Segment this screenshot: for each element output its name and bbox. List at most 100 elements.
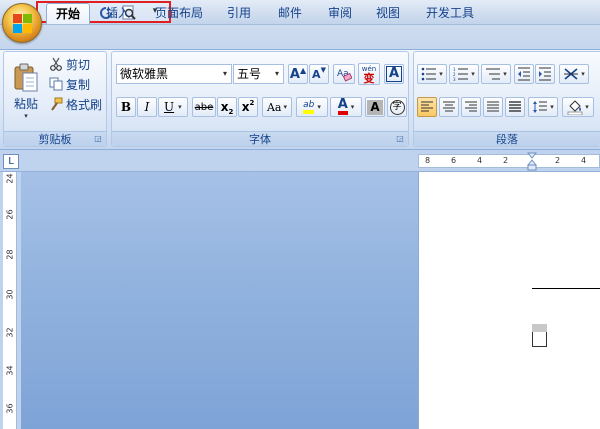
justify-icon xyxy=(487,101,499,112)
page-horizontal-line xyxy=(532,288,600,289)
character-border-label: A xyxy=(385,66,403,82)
clipboard-dialog-launcher-icon[interactable]: ◲ xyxy=(93,134,103,144)
superscript-button[interactable]: x2 xyxy=(238,97,258,117)
enclose-characters-button[interactable]: 字 xyxy=(387,97,407,117)
font-size-dropdown-icon[interactable]: ▾ xyxy=(271,65,283,83)
character-border-button[interactable]: A xyxy=(384,64,404,84)
align-right-button[interactable] xyxy=(461,97,481,117)
numbering-button[interactable]: 1 2 3 ▾ xyxy=(449,64,479,84)
chinese-layout-button[interactable]: ▾ xyxy=(559,64,589,84)
tab-review[interactable]: 审阅 xyxy=(320,3,360,24)
office-logo-icon xyxy=(13,14,32,33)
phonetic-guide-button[interactable]: wén 变 xyxy=(358,63,380,85)
cut-button[interactable]: 剪切 xyxy=(48,55,104,73)
ruler-number: 4 xyxy=(581,156,587,165)
decrease-indent-icon xyxy=(518,67,530,81)
copy-button[interactable]: 复制 xyxy=(48,75,104,93)
underline-dropdown-icon[interactable]: ▾ xyxy=(178,103,182,111)
numbering-dropdown-icon[interactable]: ▾ xyxy=(471,70,475,78)
bullets-icon xyxy=(421,67,437,81)
horizontal-ruler[interactable]: 8 6 4 2 2 4 xyxy=(418,154,600,168)
tab-page-layout[interactable]: 页面布局 xyxy=(148,3,210,24)
clipboard-group-label: 剪贴板 xyxy=(4,131,106,146)
chinese-layout-icon xyxy=(564,68,579,80)
format-painter-button[interactable]: 格式刷 xyxy=(48,95,106,113)
office-button[interactable] xyxy=(2,3,42,43)
line-spacing-button[interactable]: ▾ xyxy=(528,97,558,117)
numbering-icon: 1 2 3 xyxy=(453,67,469,81)
tab-home[interactable]: 开始 xyxy=(46,3,90,24)
underline-label: U xyxy=(164,100,175,114)
font-name-dropdown-icon[interactable]: ▾ xyxy=(219,65,231,83)
align-left-button[interactable] xyxy=(417,97,437,117)
paragraph-shading-dropdown-icon[interactable]: ▾ xyxy=(585,103,589,111)
multilevel-list-icon xyxy=(486,68,501,80)
subscript-button[interactable]: x2 xyxy=(217,97,237,117)
tab-selector-button[interactable]: L xyxy=(3,154,19,169)
copy-icon xyxy=(49,77,63,91)
ruler-number: 30 xyxy=(5,289,15,300)
cut-label: 剪切 xyxy=(66,57,91,72)
enclose-characters-label: 字 xyxy=(389,99,405,115)
paste-label: 粘贴 xyxy=(13,96,38,111)
justify-button[interactable] xyxy=(483,97,503,117)
multilevel-list-button[interactable]: ▾ xyxy=(481,64,511,84)
bullets-dropdown-icon[interactable]: ▾ xyxy=(439,70,443,78)
bullets-button[interactable]: ▾ xyxy=(417,64,447,84)
tab-developer[interactable]: 开发工具 xyxy=(418,3,482,24)
tab-mailings[interactable]: 邮件 xyxy=(270,3,310,24)
align-center-button[interactable] xyxy=(439,97,459,117)
shrink-font-button[interactable]: A ▼ xyxy=(309,64,329,84)
indent-marker-icon[interactable] xyxy=(527,152,537,171)
font-color-button[interactable]: A ▾ xyxy=(330,97,362,117)
decrease-indent-button[interactable] xyxy=(514,64,534,84)
distributed-button[interactable] xyxy=(505,97,525,117)
format-painter-icon xyxy=(51,97,63,111)
increase-indent-button[interactable] xyxy=(535,64,555,84)
subscript-label: x xyxy=(220,100,229,114)
line-spacing-dropdown-icon[interactable]: ▾ xyxy=(550,103,554,111)
format-painter-label: 格式刷 xyxy=(66,97,103,112)
change-case-dropdown-icon[interactable]: ▾ xyxy=(284,103,288,111)
increase-indent-icon xyxy=(539,67,551,81)
grow-font-button[interactable]: A ▲ xyxy=(288,64,308,84)
underline-button[interactable]: U ▾ xyxy=(158,97,188,117)
document-background xyxy=(21,172,418,429)
tab-insert[interactable]: 插入 xyxy=(100,3,136,24)
paragraph-shading-button[interactable]: ▾ xyxy=(562,97,594,117)
paste-button[interactable]: 粘贴 ▾ xyxy=(7,55,45,127)
chinese-layout-dropdown-icon[interactable]: ▾ xyxy=(581,70,585,78)
ruler-number: 36 xyxy=(5,403,15,414)
text-cursor-box[interactable] xyxy=(532,324,547,347)
ruler-number: 2 xyxy=(503,156,509,165)
change-case-button[interactable]: Aa ▾ xyxy=(262,97,292,117)
font-group: 微软雅黑 ▾ 五号 ▾ A ▲ A ▼ Aa wén 变 A B I U ▾ abe… xyxy=(111,51,409,147)
italic-button[interactable]: I xyxy=(137,97,157,117)
font-color-dropdown-icon[interactable]: ▾ xyxy=(351,103,355,111)
multilevel-dropdown-icon[interactable]: ▾ xyxy=(503,70,507,78)
clear-formatting-icon: Aa xyxy=(337,69,352,82)
document-page[interactable] xyxy=(418,172,600,429)
font-color-label: A xyxy=(337,98,348,115)
clear-formatting-button[interactable]: Aa xyxy=(333,64,355,84)
font-dialog-launcher-icon[interactable]: ◲ xyxy=(395,134,405,144)
paragraph-group: ▾ 1 2 3 ▾ ▾ ▾ ▾ ▾ 段落 xyxy=(413,51,600,147)
character-shading-button[interactable]: A xyxy=(365,97,385,117)
grow-font-label: A xyxy=(289,66,300,82)
bold-button[interactable]: B xyxy=(116,97,136,117)
highlight-dropdown-icon[interactable]: ▾ xyxy=(317,103,321,111)
copy-label: 复制 xyxy=(66,77,91,92)
tab-view[interactable]: 视图 xyxy=(368,3,408,24)
scissors-icon xyxy=(50,57,62,71)
distributed-icon xyxy=(509,101,521,112)
vertical-ruler[interactable]: 24 26 28 30 32 34 36 xyxy=(3,172,17,429)
clipboard-group: 粘贴 ▾ 剪切 复制 格式刷 剪贴板 ◲ xyxy=(3,51,107,147)
font-size-combo[interactable]: 五号 ▾ xyxy=(233,64,284,84)
subscript-mark: 2 xyxy=(228,107,234,116)
font-name-combo[interactable]: 微软雅黑 ▾ xyxy=(116,64,232,84)
strikethrough-button[interactable]: abe xyxy=(192,97,216,117)
highlight-button[interactable]: ab ▾ xyxy=(296,97,328,117)
font-size-value: 五号 xyxy=(237,67,262,81)
tab-references[interactable]: 引用 xyxy=(220,3,258,24)
line-spacing-icon xyxy=(533,101,548,113)
